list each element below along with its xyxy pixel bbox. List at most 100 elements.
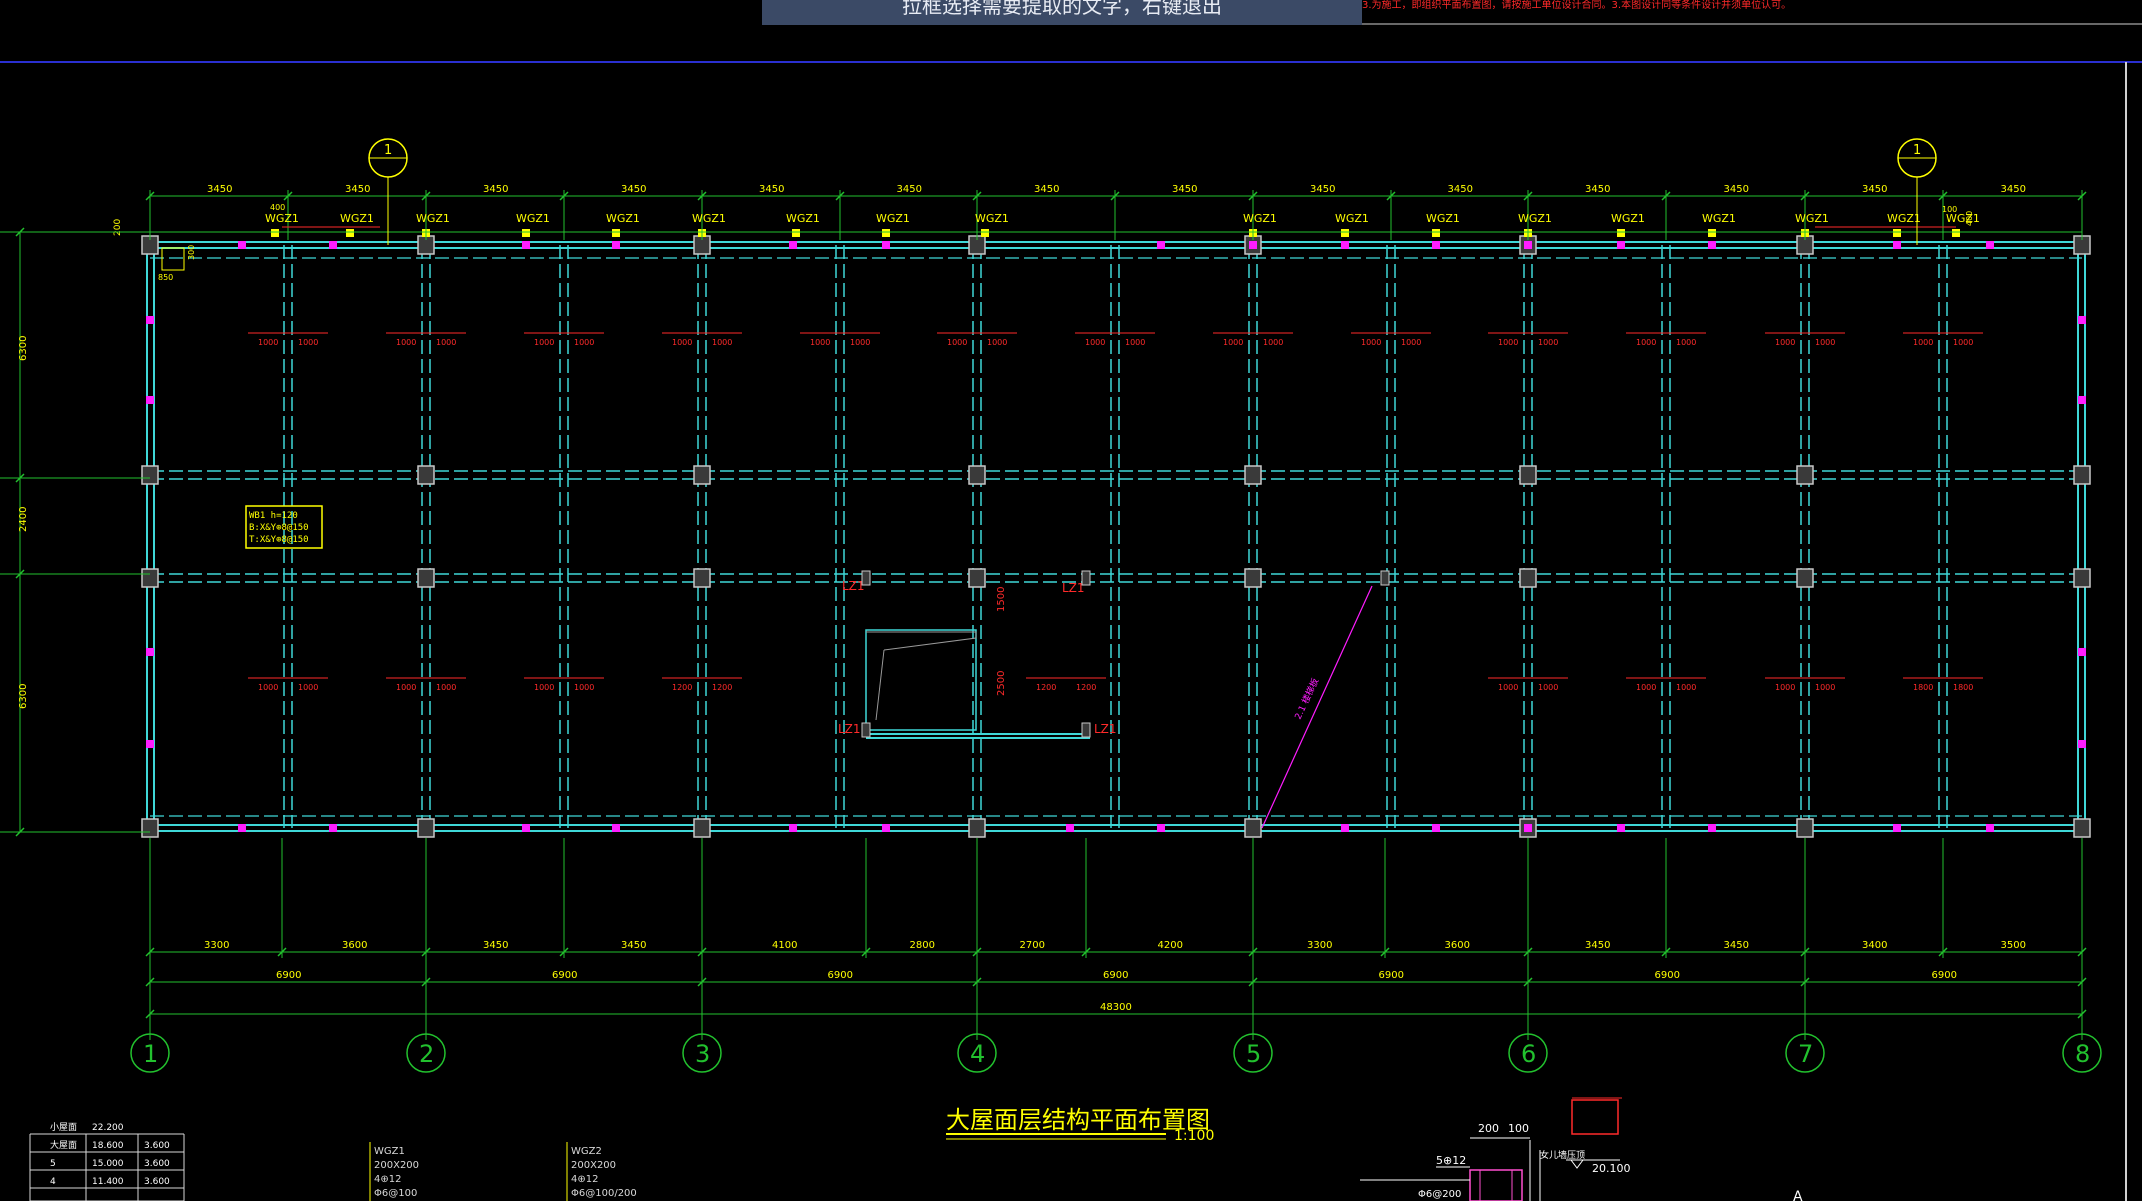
wgz-label-13: WGZ1 [1611, 212, 1645, 225]
bottom-dim-b-2: 6900 [828, 970, 853, 981]
wgz1-spec-1: WGZ1 [374, 1146, 405, 1157]
cad-drawing-canvas[interactable]: 3450 3450 3450 3450 3450 3450 3450 3450 3450 3450… [0, 0, 2142, 1201]
bottom-dim-a-13: 3500 [2001, 940, 2026, 951]
wgz-label-17: WGZ1 [1946, 212, 1980, 225]
beam-layer [146, 241, 2086, 832]
axis-label-7: 7 [1798, 1040, 1813, 1068]
wgz-post-14 [1708, 229, 1716, 237]
rebar-bottom-right-0: 1000 [298, 683, 318, 692]
detail-elevation: 20.100 [1592, 1162, 1631, 1175]
wgz-label-10: WGZ1 [1335, 212, 1369, 225]
post-lz-3 [1081, 722, 1091, 738]
wgz-label-6: WGZ1 [786, 212, 820, 225]
lz-label-0: LZ1 [842, 579, 865, 593]
wgz2-spec-2: 200X200 [571, 1160, 616, 1171]
rebar-bottom-left-4: 1200 [1036, 683, 1056, 692]
wgz1-spec-4: Φ6@100 [374, 1188, 417, 1199]
bottom-mag-marker-6 [1066, 824, 1074, 832]
section-number-1: 1 [1913, 143, 1921, 158]
top-mag-marker-3 [612, 241, 620, 249]
top-mag-marker-4 [789, 241, 797, 249]
bottom-dim-a-6: 2700 [1020, 940, 1045, 951]
bottom-dim-a-10: 3450 [1585, 940, 1610, 951]
bottom-mag-marker-0 [238, 824, 246, 832]
rebar-top-left-12: 1000 [1913, 338, 1933, 347]
rebar-top-right-6: 1000 [1125, 338, 1145, 347]
bottom-mag-marker-2 [522, 824, 530, 832]
column-layer [141, 229, 2091, 838]
bottom-dim-a-12: 3400 [1862, 940, 1887, 951]
parapet-detail: 200 100 5⊕12 女儿墙压顶 20.100 Φ6@200 A [1360, 1097, 1803, 1201]
table-cell-0-0: 小屋面 [50, 1122, 77, 1133]
wgz-post-1 [346, 229, 354, 237]
detail-red-box [1571, 1099, 1619, 1135]
top-dim-4: 3450 [759, 184, 784, 195]
rebar-top-left-9: 1000 [1498, 338, 1518, 347]
top-mag-marker-14 [1986, 241, 1994, 249]
column-2-6 [1796, 568, 1814, 588]
wgz-label-8: WGZ1 [975, 212, 1009, 225]
wgz2-spec-3: 4⊕12 [571, 1174, 598, 1185]
drawing-title: 大屋面层结构平面布置图 [946, 1106, 1210, 1134]
wgz2-spec-4: Φ6@100/200 [571, 1188, 637, 1199]
wgz-post-10 [1341, 229, 1349, 237]
bottom-dim-a-0: 3300 [204, 940, 229, 951]
rebar-bottom-right-4: 1200 [1076, 683, 1096, 692]
post-lz-2 [861, 722, 871, 738]
wgz-label-11: WGZ1 [1426, 212, 1460, 225]
bottom-mag-marker-1 [329, 824, 337, 832]
column-1-1 [417, 465, 435, 485]
rebar-top-right-4: 1000 [850, 338, 870, 347]
axis-label-6: 6 [1521, 1040, 1536, 1068]
top-mag-marker-0 [238, 241, 246, 249]
top-mag-marker-13 [1893, 241, 1901, 249]
wgz-post-0 [271, 229, 279, 237]
column-2-1 [417, 568, 435, 588]
top-mag-marker-7 [1249, 241, 1257, 249]
rebar-bottom-right-3: 1200 [712, 683, 732, 692]
wgz-post-17 [1952, 229, 1960, 237]
bottom-mag-marker-14 [1986, 824, 1994, 832]
edge-dim: 200 [113, 219, 123, 236]
top-mag-marker-9 [1432, 241, 1440, 249]
wgz-post-13 [1617, 229, 1625, 237]
left-dim-1: 2400 [18, 507, 29, 532]
detail-dim-0: 400 [270, 203, 285, 212]
right-mag-marker-3 [2078, 740, 2086, 748]
bottom-dim-b-5: 6900 [1655, 970, 1680, 981]
rebar-bottom-right-1: 1000 [436, 683, 456, 692]
top-dim-2: 3450 [483, 184, 508, 195]
rebar-top-left-5: 1000 [947, 338, 967, 347]
rebar-top-left-7: 1000 [1223, 338, 1243, 347]
stair-dim-2: 2500 [996, 671, 1007, 696]
left-mag-marker-2 [146, 648, 154, 656]
rebar-bottom-left-6: 1000 [1636, 683, 1656, 692]
bottom-dim-b-6: 6900 [1932, 970, 1957, 981]
table-cell-1-0: 大屋面 [50, 1139, 77, 1151]
column-2-4 [1244, 568, 1262, 588]
stair-dim-1: 1500 [996, 587, 1007, 612]
wgz-label-0: WGZ1 [265, 212, 299, 225]
wgz-label-1: WGZ1 [340, 212, 374, 225]
rebar-top-right-9: 1000 [1538, 338, 1558, 347]
axis-label-8: 8 [2075, 1040, 2090, 1068]
dimension-layer: 3450 3450 3450 3450 3450 3450 3450 3450 3450 3450… [0, 184, 2102, 1073]
bottom-dim-a-3: 3450 [621, 940, 646, 951]
column-2-7 [2073, 568, 2091, 588]
column-3-2 [693, 818, 711, 838]
bottom-dim-a-9: 3600 [1445, 940, 1470, 951]
table-cell-2-0: 5 [50, 1159, 56, 1169]
top-dim-8: 3450 [1310, 184, 1335, 195]
detail-bar: 5⊕12 [1436, 1154, 1466, 1167]
top-dim-5: 3450 [897, 184, 922, 195]
left-dim-0: 6300 [18, 336, 29, 361]
rebar-top-left-2: 1000 [534, 338, 554, 347]
left-mag-marker-1 [146, 396, 154, 404]
wgz-label-7: WGZ1 [876, 212, 910, 225]
stair-outline [866, 631, 977, 651]
rebar-bottom-right-5: 1000 [1538, 683, 1558, 692]
top-dim-11: 3450 [1724, 184, 1749, 195]
bottom-dim-a-2: 3450 [483, 940, 508, 951]
wgz-post-3 [522, 229, 530, 237]
rebar-bottom-right-7: 1000 [1815, 683, 1835, 692]
